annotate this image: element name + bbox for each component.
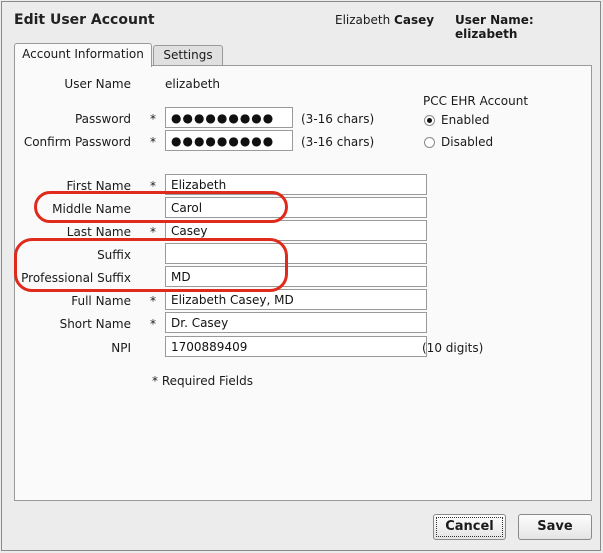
highlight-oval-middle-name: [34, 191, 288, 223]
tab-settings[interactable]: Settings: [153, 45, 223, 65]
header-last-name: Casey: [394, 13, 435, 27]
confirm-password-field[interactable]: [165, 130, 293, 151]
full-name-required-mark: *: [150, 294, 156, 308]
password-label: Password: [74, 112, 131, 126]
npi-label: NPI: [111, 341, 131, 355]
full-name-field[interactable]: [165, 289, 427, 310]
short-name-required-mark: *: [150, 317, 156, 331]
short-name-field[interactable]: [165, 312, 427, 333]
required-fields-note: * Required Fields: [152, 374, 253, 388]
confirm-password-hint: (3-16 chars): [301, 135, 375, 149]
radio-selected-icon[interactable]: [424, 115, 435, 126]
pcc-ehr-enabled-label: Enabled: [441, 113, 490, 127]
pcc-ehr-disabled-label: Disabled: [441, 135, 494, 149]
confirm-password-required-mark: *: [150, 135, 156, 149]
npi-hint: (10 digits): [422, 341, 484, 355]
last-name-label: Last Name: [66, 225, 131, 239]
password-required-mark: *: [150, 112, 156, 126]
pcc-ehr-enabled-option[interactable]: Enabled: [424, 113, 490, 127]
password-hint: (3-16 chars): [301, 112, 375, 126]
edit-user-window: Edit User Account Elizabeth Casey User N…: [1, 1, 601, 551]
save-button[interactable]: Save: [518, 514, 592, 540]
username-value: elizabeth: [165, 77, 221, 91]
npi-field[interactable]: [165, 336, 427, 357]
header-username-label: User Name:: [455, 13, 534, 27]
pcc-ehr-title: PCC EHR Account: [423, 94, 529, 108]
tab-account-information[interactable]: Account Information: [14, 43, 152, 67]
header-first-name: Elizabeth: [335, 13, 391, 27]
full-name-label: Full Name: [71, 294, 131, 308]
password-field[interactable]: [165, 107, 293, 128]
last-name-required-mark: *: [150, 225, 156, 239]
highlight-oval-suffixes: [14, 238, 288, 292]
window-title: Edit User Account: [14, 12, 155, 28]
short-name-label: Short Name: [59, 317, 131, 331]
radio-unselected-icon[interactable]: [424, 137, 435, 148]
header-username-value: elizabeth: [455, 27, 518, 41]
header-username: User Name: elizabeth: [455, 13, 600, 41]
header-user-fullname: Elizabeth Casey: [335, 13, 434, 27]
confirm-password-label: Confirm Password: [23, 135, 131, 149]
pcc-ehr-disabled-option[interactable]: Disabled: [424, 135, 493, 149]
cancel-button[interactable]: Cancel: [433, 514, 506, 540]
username-label: User Name: [64, 77, 131, 91]
